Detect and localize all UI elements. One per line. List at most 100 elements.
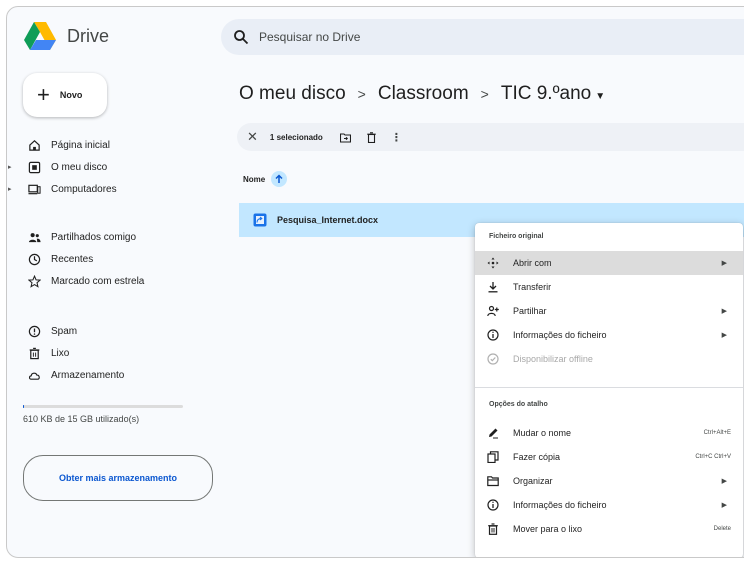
home-icon xyxy=(27,138,41,152)
menu-item-file-info-shortcut[interactable]: Informações do ficheiro ▶ xyxy=(475,493,743,517)
search-icon[interactable] xyxy=(233,29,249,45)
shared-icon xyxy=(27,230,41,244)
storage-progress-bar xyxy=(23,405,183,408)
breadcrumb-current-folder[interactable]: TIC 9.ºano ▼ xyxy=(501,83,605,105)
drive-logo-icon xyxy=(24,22,56,50)
expand-caret-icon[interactable]: ▸ xyxy=(8,163,12,171)
menu-divider xyxy=(475,387,743,388)
menu-item-label: Fazer cópia xyxy=(513,452,561,462)
sidebar-item-trash[interactable]: Lixo xyxy=(7,343,207,363)
move-to-folder-icon[interactable] xyxy=(339,130,353,144)
dropdown-caret-icon: ▼ xyxy=(595,91,606,102)
menu-item-move-to-trash[interactable]: Mover para o lixo Delete xyxy=(475,517,743,541)
sidebar-item-starred[interactable]: Marcado com estrela xyxy=(7,271,207,291)
storage-progress-fill xyxy=(23,405,24,408)
menu-item-label: Organizar xyxy=(513,476,553,486)
info-icon xyxy=(487,499,499,511)
sidebar-item-shared[interactable]: Partilhados comigo xyxy=(7,227,207,247)
breadcrumb: O meu disco > Classroom > TIC 9.ºano ▼ xyxy=(239,83,605,105)
sidebar-item-label: O meu disco xyxy=(51,161,108,173)
name-column-label: Nome xyxy=(243,174,266,184)
menu-item-label: Partilhar xyxy=(513,306,547,316)
sidebar-item-home[interactable]: Página inicial xyxy=(7,135,207,155)
sidebar-item-label: Recentes xyxy=(51,253,94,265)
breadcrumb-current-label: TIC 9.ºano xyxy=(500,83,592,104)
trash-icon xyxy=(487,523,499,535)
keyboard-shortcut: Delete xyxy=(713,526,731,532)
menu-item-make-copy[interactable]: Fazer cópia Ctrl+C Ctrl+V xyxy=(475,445,743,469)
open-with-icon xyxy=(487,257,499,269)
storage-usage-text: 610 KB de 15 GB utilizado(s) xyxy=(23,414,140,424)
more-actions-icon[interactable]: ⋮ xyxy=(391,131,402,144)
sidebar-item-label: Spam xyxy=(51,325,78,337)
search-input[interactable] xyxy=(259,30,559,44)
sidebar-item-my-drive[interactable]: ▸ O meu disco xyxy=(7,157,207,177)
menu-item-rename[interactable]: Mudar o nome Ctrl+Alt+E xyxy=(475,421,743,445)
menu-item-share[interactable]: Partilhar ▶ xyxy=(475,299,743,323)
new-button[interactable]: + Novo xyxy=(23,73,107,117)
sidebar-item-label: Partilhados comigo xyxy=(51,231,137,243)
get-more-storage-button[interactable]: Obter mais armazenamento xyxy=(23,455,213,501)
recent-icon xyxy=(27,252,41,266)
menu-item-label: Transferir xyxy=(513,282,552,292)
menu-item-label: Informações do ficheiro xyxy=(513,500,607,510)
menu-item-label: Abrir com xyxy=(513,258,552,268)
submenu-arrow-icon: ▶ xyxy=(721,308,727,315)
menu-item-file-info[interactable]: Informações do ficheiro ▶ xyxy=(475,323,743,347)
menu-section-shortcut-options: Opções do atalho xyxy=(489,401,548,408)
cloud-icon xyxy=(27,368,41,382)
menu-item-label: Mover para o lixo xyxy=(513,524,583,534)
star-icon xyxy=(27,274,41,288)
context-menu: Ficheiro original Abrir com ▶ Transferir… xyxy=(475,223,743,557)
delete-icon[interactable] xyxy=(365,130,379,144)
spam-icon xyxy=(27,324,41,338)
sidebar-item-spam[interactable]: Spam xyxy=(7,321,207,341)
expand-caret-icon[interactable]: ▸ xyxy=(8,185,12,193)
chevron-right-icon: > xyxy=(480,86,489,102)
new-button-label: Novo xyxy=(59,90,83,100)
my-drive-icon xyxy=(27,160,41,174)
app-title: Drive xyxy=(67,25,110,46)
selection-toolbar: ✕ 1 selecionado ⋮ xyxy=(237,123,744,151)
menu-item-make-offline: Disponibilizar offline xyxy=(475,347,743,371)
sort-by-name-header[interactable]: Nome xyxy=(243,171,288,187)
sort-ascending-icon xyxy=(271,171,288,187)
docx-shortcut-icon xyxy=(253,213,267,227)
share-person-add-icon xyxy=(487,305,499,317)
file-name: Pesquisa_Internet.docx xyxy=(277,215,379,225)
breadcrumb-my-drive[interactable]: O meu disco xyxy=(239,83,346,105)
plus-icon: + xyxy=(37,82,50,107)
sidebar-item-label: Marcado com estrela xyxy=(51,275,145,287)
trash-icon xyxy=(27,346,41,360)
submenu-arrow-icon: ▶ xyxy=(721,478,727,485)
drive-logo[interactable]: Drive xyxy=(23,21,109,51)
menu-section-original-file: Ficheiro original xyxy=(489,233,544,240)
menu-item-open-with[interactable]: Abrir com ▶ xyxy=(475,251,743,275)
download-icon xyxy=(487,281,499,293)
menu-item-download[interactable]: Transferir xyxy=(475,275,743,299)
sidebar-item-label: Lixo xyxy=(51,347,70,359)
offline-icon xyxy=(487,353,499,365)
submenu-arrow-icon: ▶ xyxy=(721,260,727,267)
selection-count: 1 selecionado xyxy=(269,132,323,142)
sidebar-item-label: Página inicial xyxy=(51,139,110,151)
menu-item-organize[interactable]: Organizar ▶ xyxy=(475,469,743,493)
sidebar-item-computers[interactable]: ▸ Computadores xyxy=(7,179,207,199)
folder-icon xyxy=(487,475,499,487)
submenu-arrow-icon: ▶ xyxy=(721,502,727,509)
menu-item-label: Informações do ficheiro xyxy=(513,330,607,340)
computers-icon xyxy=(27,182,41,196)
keyboard-shortcut: Ctrl+C Ctrl+V xyxy=(695,454,731,460)
drive-window: Drive + Novo Página inicial ▸ O meu disc… xyxy=(6,6,744,558)
submenu-arrow-icon: ▶ xyxy=(721,332,727,339)
menu-item-label: Disponibilizar offline xyxy=(513,354,593,364)
sidebar-item-recent[interactable]: Recentes xyxy=(7,249,207,269)
breadcrumb-classroom[interactable]: Classroom xyxy=(378,83,469,105)
chevron-right-icon: > xyxy=(357,86,366,102)
search-bar[interactable] xyxy=(221,19,744,55)
clear-selection-icon[interactable]: ✕ xyxy=(247,129,258,145)
keyboard-shortcut: Ctrl+Alt+E xyxy=(703,430,731,436)
info-icon xyxy=(487,329,499,341)
sidebar-item-storage[interactable]: Armazenamento xyxy=(7,365,207,385)
copy-icon xyxy=(487,451,499,463)
